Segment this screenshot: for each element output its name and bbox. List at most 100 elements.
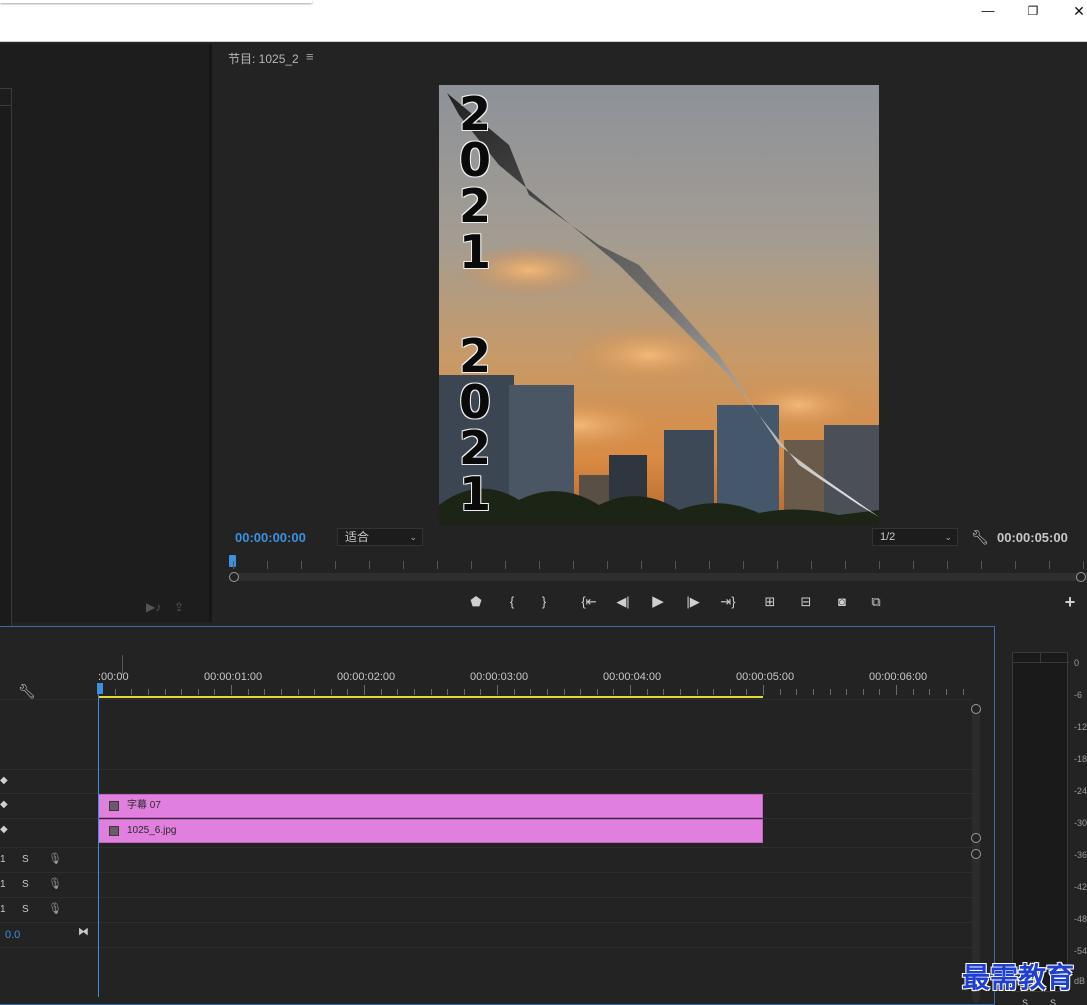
scrub-tick: [1049, 561, 1050, 569]
playhead-timecode[interactable]: 00:00:00:00: [235, 530, 306, 545]
scrub-tick: [1015, 561, 1016, 569]
mute-button[interactable]: 1: [0, 854, 6, 865]
solo-button[interactable]: S: [22, 879, 29, 890]
work-area-bar[interactable]: [98, 696, 763, 698]
db-label: -48: [1074, 914, 1087, 924]
db-label: -36: [1074, 850, 1087, 860]
zoom-end-handle[interactable]: [1076, 572, 1086, 582]
ruler-tick: [181, 689, 182, 695]
compare-icon[interactable]: ⧉: [866, 593, 886, 611]
digit: 1: [458, 225, 491, 279]
audio-meter-panel: 0 -6 -12 -18 -24 -30 -36 -42 -48 -54 dB …: [998, 626, 1087, 1005]
premiere-window: — ❐ ✕ ▶♪ ⇪ 节目: 1025_2 ≡ 2 0 2 1 2 0 2 1 …: [0, 0, 1087, 1005]
add-button-icon[interactable]: +: [1060, 593, 1080, 611]
mark-in-icon[interactable]: {: [502, 593, 522, 611]
clip-name: 1025_6.jpg: [127, 825, 177, 836]
db-label: -42: [1074, 882, 1087, 892]
zoom-start-handle[interactable]: [229, 572, 239, 582]
title-text-bottom: 2 0 2 1: [457, 333, 493, 517]
close-button[interactable]: ✕: [1056, 2, 1087, 20]
ruler-label: :00:00: [98, 671, 129, 683]
fit-dropdown[interactable]: 适合 ⌄: [337, 528, 423, 546]
ruler-tick: [414, 689, 415, 695]
toggle-visibility-icon[interactable]: ◆: [0, 775, 8, 786]
marker-icon[interactable]: ⬟: [466, 593, 486, 611]
scroll-handle-audio-top[interactable]: [971, 849, 981, 859]
toggle-visibility-icon[interactable]: ◆: [0, 799, 8, 810]
microphone-icon[interactable]: 🎙︎: [48, 877, 62, 890]
ruler-tick: [597, 689, 598, 695]
restore-button[interactable]: ❐: [1010, 2, 1056, 20]
timeline-playhead[interactable]: [97, 683, 103, 694]
lift-icon[interactable]: ⊞: [760, 593, 780, 611]
ruler-tick: [713, 689, 714, 695]
master-link-icon[interactable]: ⧓: [78, 925, 89, 938]
scrub-tick: [879, 561, 880, 569]
program-viewer-frame[interactable]: 2 0 2 1 2 0 2 1: [439, 85, 879, 525]
fx-badge-icon: [109, 801, 119, 811]
meter-solo-button[interactable]: S: [1050, 998, 1056, 1005]
settings-wrench-icon[interactable]: 🔧︎: [971, 529, 989, 546]
scrub-tick: [233, 561, 234, 569]
scrub-tick: [675, 561, 676, 569]
timeline-settings-wrench-icon[interactable]: 🔧︎: [18, 683, 36, 700]
clip-image[interactable]: 1025_6.jpg: [98, 819, 763, 843]
db-label: -30: [1074, 818, 1087, 828]
step-back-icon[interactable]: ◀|: [613, 593, 633, 611]
insert-icon[interactable]: ▶♪: [146, 600, 161, 614]
microphone-icon[interactable]: 🎙︎: [48, 852, 62, 865]
ruler-tick: [264, 689, 265, 695]
scrub-track[interactable]: [233, 573, 1087, 581]
db-label: -18: [1074, 754, 1087, 764]
scrub-tick: [301, 561, 302, 569]
minimize-button[interactable]: —: [965, 2, 1011, 20]
ruler-tick: [613, 689, 614, 695]
panel-menu-icon[interactable]: ≡: [306, 49, 314, 64]
time-ruler[interactable]: :00:00 00:00:01:00 00:00:02:00 00:00:03:…: [98, 657, 978, 699]
toggle-visibility-icon[interactable]: ◆: [0, 824, 8, 835]
program-scrub-bar[interactable]: [229, 555, 1087, 585]
ruler-tick: [231, 685, 232, 695]
ruler-tick: [497, 685, 498, 695]
ruler-tick: [165, 689, 166, 695]
scroll-handle-video-bottom[interactable]: [971, 833, 981, 843]
program-tab[interactable]: 节目: 1025_2: [228, 50, 299, 67]
resolution-dropdown[interactable]: 1/2 ⌄: [872, 528, 958, 546]
ruler-tick: [530, 689, 531, 695]
go-to-in-icon[interactable]: {⇤: [579, 593, 599, 611]
step-forward-icon[interactable]: |▶: [683, 593, 703, 611]
ruler-label: 00:00:06:00: [869, 671, 928, 683]
scrub-tick: [471, 561, 472, 569]
ruler-tick: [929, 689, 930, 695]
source-panel-tab-edge[interactable]: [0, 88, 12, 106]
db-label: -12: [1074, 722, 1087, 732]
play-icon[interactable]: ▶: [648, 593, 668, 611]
ruler-tick: [796, 689, 797, 695]
meter-header-line: [1013, 662, 1069, 663]
ruler-tick: [115, 689, 116, 695]
scrub-tick: [641, 561, 642, 569]
clip-title[interactable]: 字幕 07: [98, 794, 763, 818]
microphone-icon[interactable]: 🎙︎: [48, 902, 62, 915]
ruler-tick: [963, 689, 964, 695]
mute-button[interactable]: 1: [0, 904, 6, 915]
ruler-tick: [431, 689, 432, 695]
meter-solo-button[interactable]: S: [1022, 998, 1028, 1005]
solo-button[interactable]: S: [22, 854, 29, 865]
mark-out-icon[interactable]: }: [534, 593, 554, 611]
db-label: dB: [1074, 976, 1086, 986]
transport-controls: ⬟ { } {⇤ ◀| ▶ |▶ ⇥} ⊞ ⊟ ◙ ⧉ +: [215, 593, 1087, 613]
master-volume-value[interactable]: 0.0: [5, 929, 20, 941]
export-icon[interactable]: ⇪: [174, 600, 184, 614]
go-to-out-icon[interactable]: ⇥}: [718, 593, 738, 611]
scrub-tick: [505, 561, 506, 569]
scrub-tick: [437, 561, 438, 569]
mute-button[interactable]: 1: [0, 879, 6, 890]
extract-icon[interactable]: ⊟: [796, 593, 816, 611]
scrub-tick: [981, 561, 982, 569]
scrub-tick: [743, 561, 744, 569]
scroll-handle-top[interactable]: [971, 704, 981, 714]
scrub-tick: [607, 561, 608, 569]
solo-button[interactable]: S: [22, 904, 29, 915]
export-frame-icon[interactable]: ◙: [832, 593, 852, 611]
